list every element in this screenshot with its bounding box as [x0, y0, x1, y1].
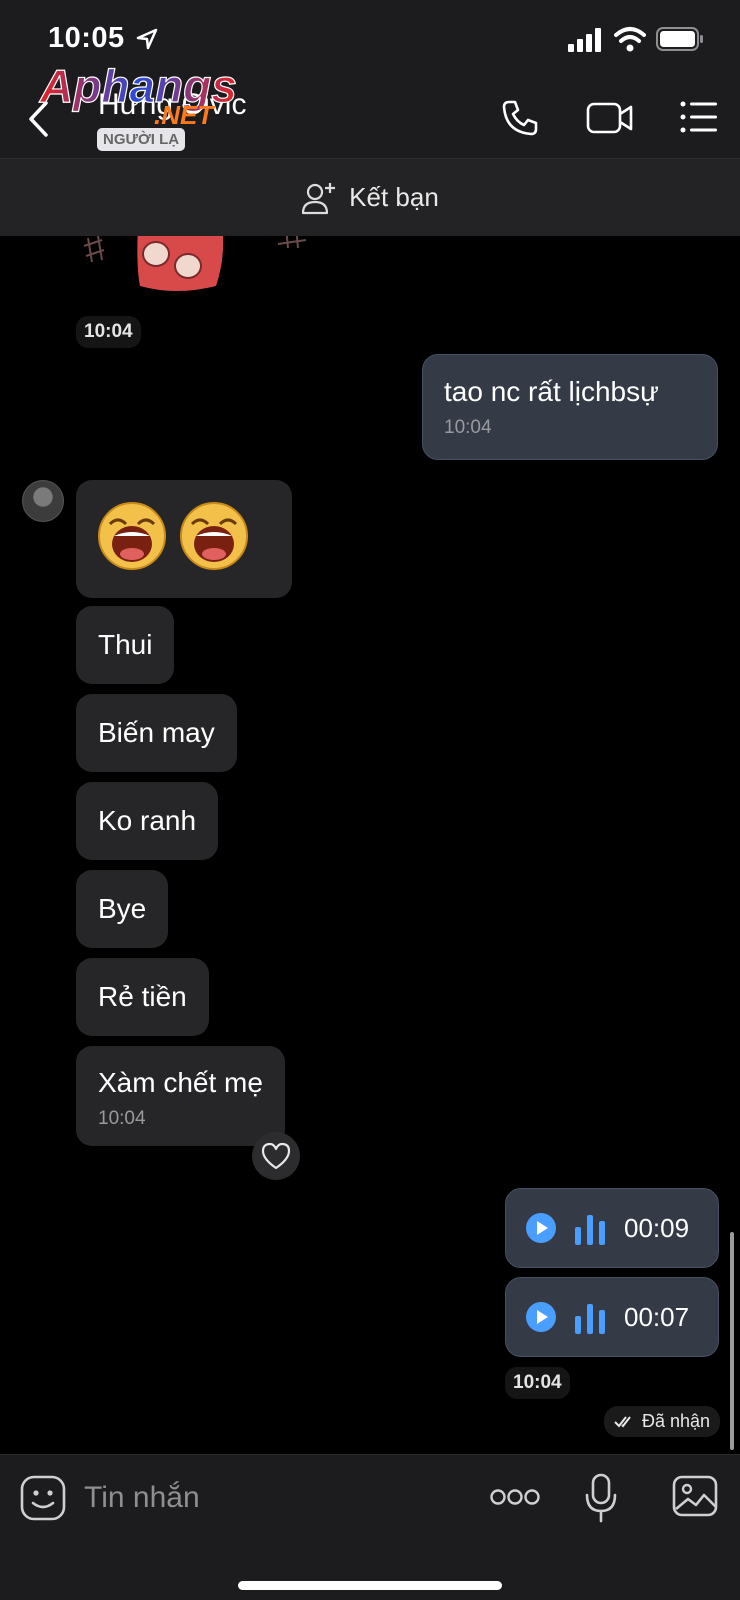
- voice-timestamp: 10:04: [505, 1367, 570, 1399]
- add-friend-label: Kết bạn: [349, 182, 439, 212]
- image-gallery-icon[interactable]: [672, 1475, 718, 1517]
- add-friend-icon: [302, 182, 336, 214]
- incoming-message[interactable]: Biến may: [76, 694, 237, 772]
- message-text: Xàm chết mẹ: [98, 1067, 263, 1098]
- status-time: 10:05: [48, 22, 125, 54]
- contact-avatar[interactable]: [22, 480, 64, 522]
- voice-duration: 00:09: [624, 1212, 690, 1243]
- message-composer: [0, 1454, 740, 1600]
- microphone-icon[interactable]: [584, 1473, 618, 1523]
- message-text: Bye: [98, 893, 147, 924]
- location-arrow-icon: [136, 28, 158, 50]
- message-text: Rẻ tiền: [98, 981, 187, 1012]
- sticker-message[interactable]: [76, 236, 326, 306]
- incoming-message[interactable]: Rẻ tiền: [76, 958, 209, 1036]
- chat-scrollbar[interactable]: [730, 1232, 734, 1450]
- audio-waveform-icon: [575, 1304, 605, 1334]
- message-input[interactable]: [84, 1471, 464, 1525]
- heart-icon: [261, 1142, 291, 1170]
- play-icon[interactable]: [526, 1213, 556, 1243]
- options-menu-icon[interactable]: [680, 100, 718, 134]
- voice-message[interactable]: 00:07: [505, 1277, 719, 1357]
- message-text: tao nc rất lịchbsự: [444, 376, 659, 407]
- incoming-message[interactable]: Ko ranh: [76, 782, 219, 860]
- incoming-message[interactable]: Xàm chết mẹ 10:04: [76, 1046, 285, 1146]
- outgoing-message[interactable]: tao nc rất lịchbsự 10:04: [422, 354, 718, 460]
- incoming-message[interactable]: Bye: [76, 870, 169, 948]
- message-text: Ko ranh: [98, 805, 197, 836]
- cellular-signal-icon: [568, 28, 601, 52]
- audio-waveform-icon: [575, 1215, 605, 1245]
- watermark-logo: Aphangs .NET: [38, 59, 237, 124]
- phone-call-icon[interactable]: [500, 98, 540, 138]
- voice-message[interactable]: 00:09: [505, 1188, 719, 1268]
- message-time: 10:04: [444, 417, 492, 438]
- delivery-status-text: Đã nhận: [642, 1411, 711, 1431]
- chat-header: Hưng Civic NGƯỜI LẠ Aphangs .NET: [0, 59, 740, 158]
- laughing-emoji-icon: [98, 502, 166, 570]
- laughing-emoji-icon: [180, 502, 248, 570]
- add-friend-button[interactable]: Kết bạn: [0, 158, 740, 236]
- react-heart-button[interactable]: [252, 1132, 300, 1180]
- more-options-icon[interactable]: [490, 1487, 540, 1507]
- message-list[interactable]: 10:04 tao nc rất lịchbsự 10:04 Thui Biến…: [0, 236, 740, 1454]
- battery-icon: [656, 27, 703, 51]
- play-icon[interactable]: [526, 1302, 556, 1332]
- double-check-icon: [614, 1415, 631, 1428]
- message-text: Thui: [98, 629, 153, 660]
- video-call-icon[interactable]: [586, 100, 634, 136]
- sticker-timestamp: 10:04: [76, 316, 141, 348]
- home-indicator[interactable]: [238, 1581, 502, 1590]
- emoji-message[interactable]: [76, 480, 292, 598]
- sticker-emoji-icon[interactable]: [20, 1475, 66, 1521]
- message-time: 10:04: [98, 1108, 146, 1129]
- message-text: Biến may: [98, 717, 215, 748]
- delivery-status: Đã nhận: [604, 1406, 721, 1437]
- voice-duration: 00:07: [624, 1301, 690, 1332]
- stranger-badge: NGƯỜI LẠ: [97, 128, 186, 151]
- wifi-icon: [614, 27, 646, 52]
- incoming-message[interactable]: Thui: [76, 606, 175, 684]
- logo-sub: .NET: [154, 100, 215, 124]
